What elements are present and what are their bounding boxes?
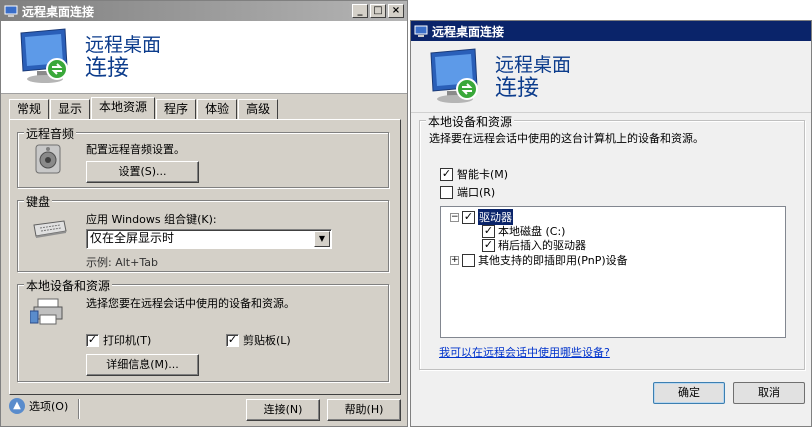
dialog-title-bar[interactable]: 远程桌面连接 [411, 21, 811, 41]
dialog-banner-text: 远程桌面 连接 [495, 54, 571, 100]
printer-devices-icon [30, 298, 63, 325]
devices-help-link[interactable]: 我可以在远程会话中使用哪些设备? [439, 344, 610, 360]
printer-label: 打印机(T) [103, 334, 152, 347]
keyboard-group: 键盘 应用 Windows 组合键(K): 仅在全屏显示时 ▼ 示例: Alt+… [17, 193, 389, 272]
help-button[interactable]: 帮助(H) [327, 399, 401, 421]
maximize-button[interactable]: □ [370, 4, 386, 18]
local-devices-description: 选择您要在远程会话中使用的设备和资源。 [86, 297, 295, 310]
cancel-button[interactable]: 取消 [733, 382, 805, 404]
dialog-group-label: 本地设备和资源 [426, 113, 515, 130]
banner-line2: 连接 [85, 56, 130, 81]
tree-node-pnp[interactable]: + 其他支持的即插即用(PnP)设备 [450, 252, 628, 268]
apply-windows-keys-label: 应用 Windows 组合键(K): [86, 213, 217, 226]
tab-display[interactable]: 显示 [50, 99, 91, 119]
clipboard-check-icon[interactable]: ✓ [226, 333, 239, 347]
details-button[interactable]: 详细信息(M)... [86, 354, 199, 376]
title-bar[interactable]: 远程桌面连接 _ □ × [1, 1, 407, 21]
smartcard-check-icon[interactable]: ✓ [440, 167, 453, 181]
tab-strip: 常规 显示 本地资源 程序 体验 高级 [9, 97, 279, 119]
local-devices-dialog: 远程桌面连接 远程桌面 连接 本地设备和资源 选择要在远程会话中使用的这台计算机… [410, 20, 812, 427]
clipboard-checkbox[interactable]: ✓ 剪贴板(L) [226, 332, 291, 348]
banner-text: 远程桌面 连接 [85, 34, 161, 80]
remote-desktop-monitor-icon [430, 47, 478, 103]
printer-check-icon[interactable]: ✓ [86, 333, 99, 347]
local-disk-check-icon[interactable]: ✓ [482, 224, 495, 238]
pnp-label: 其他支持的即插即用(PnP)设备 [478, 254, 628, 267]
rdc-app-icon [414, 25, 428, 37]
dialog-banner-line2: 连接 [495, 75, 540, 101]
local-devices-label: 本地设备和资源 [24, 277, 113, 294]
remote-audio-group: 远程音频 配置远程音频设置。 设置(S)... [17, 125, 389, 188]
banner-line1: 远程桌面 [85, 34, 162, 56]
keyboard-example: 示例: Alt+Tab [86, 256, 158, 269]
dialog-description: 选择要在远程会话中使用的这台计算机上的设备和资源。 [429, 132, 704, 145]
tab-programs[interactable]: 程序 [156, 99, 197, 119]
dialog-banner-line1: 远程桌面 [495, 53, 572, 76]
local-devices-group: 本地设备和资源 选择您要在远程会话中使用的设备和资源。 ✓ 打印机(T) ✓ 剪… [17, 277, 389, 382]
connect-button[interactable]: 连接(N) [246, 399, 320, 421]
ok-button[interactable]: 确定 [653, 382, 725, 404]
collapse-icon[interactable]: − [450, 212, 459, 222]
keyboard-icon [33, 220, 67, 238]
tree-node-later-drives[interactable]: ✓ 稍后插入的驱动器 [482, 237, 586, 253]
tab-advanced[interactable]: 高级 [238, 99, 279, 119]
smartcard-checkbox[interactable]: ✓ 智能卡(M) [440, 166, 508, 182]
clipboard-label: 剪贴板(L) [243, 334, 291, 347]
expand-icon[interactable]: + [450, 255, 459, 265]
audio-description: 配置远程音频设置。 [86, 143, 185, 156]
pnp-check-icon[interactable] [462, 253, 475, 267]
local-resources-panel: 远程音频 配置远程音频设置。 设置(S)... 键盘 应用 Windows 组合… [9, 119, 401, 395]
options-label: 选项(O) [29, 400, 69, 413]
options-toggle[interactable]: ▲ 选项(O) [9, 398, 68, 414]
windows-keys-selected: 仅在全屏显示时 [90, 231, 175, 245]
chevron-up-icon[interactable]: ▲ [9, 398, 25, 414]
tab-local-resources[interactable]: 本地资源 [91, 97, 156, 119]
rdc-main-window: 远程桌面连接 _ □ × 远程桌面 连接 常规 显示 本地资源 程序 体验 高级 [0, 0, 408, 427]
banner: 远程桌面 连接 [1, 21, 407, 94]
close-button[interactable]: × [388, 4, 404, 18]
dialog-title: 远程桌面连接 [432, 24, 505, 39]
ports-label: 端口(R) [457, 186, 496, 199]
ports-checkbox[interactable]: 端口(R) [440, 184, 495, 200]
later-drives-label: 稍后插入的驱动器 [498, 239, 586, 252]
rdc-app-icon [4, 5, 18, 17]
window-title: 远程桌面连接 [22, 4, 95, 19]
footer-divider [78, 399, 80, 419]
printer-checkbox[interactable]: ✓ 打印机(T) [86, 332, 151, 348]
minimize-button[interactable]: _ [352, 4, 368, 18]
chevron-down-icon[interactable]: ▼ [314, 231, 330, 247]
devices-tree[interactable]: − ✓ 驱动器 ✓ 本地磁盘 (C:) ✓ 稍后插入的驱动器 + 其他支持的即插… [440, 206, 786, 338]
dialog-banner: 远程桌面 连接 [411, 41, 811, 113]
speaker-icon [35, 144, 61, 174]
audio-settings-button[interactable]: 设置(S)... [86, 161, 199, 183]
tab-general[interactable]: 常规 [9, 99, 50, 119]
tab-experience[interactable]: 体验 [197, 99, 238, 119]
keyboard-label: 键盘 [24, 193, 53, 210]
remote-desktop-monitor-icon [20, 28, 68, 83]
later-drives-check-icon[interactable]: ✓ [482, 238, 495, 252]
remote-audio-label: 远程音频 [24, 125, 77, 142]
window-controls: _ □ × [352, 4, 404, 18]
smartcard-label: 智能卡(M) [457, 168, 509, 181]
drives-check-icon[interactable]: ✓ [462, 210, 475, 224]
windows-keys-dropdown[interactable]: 仅在全屏显示时 ▼ [86, 229, 332, 249]
ports-check-icon[interactable] [440, 185, 453, 199]
